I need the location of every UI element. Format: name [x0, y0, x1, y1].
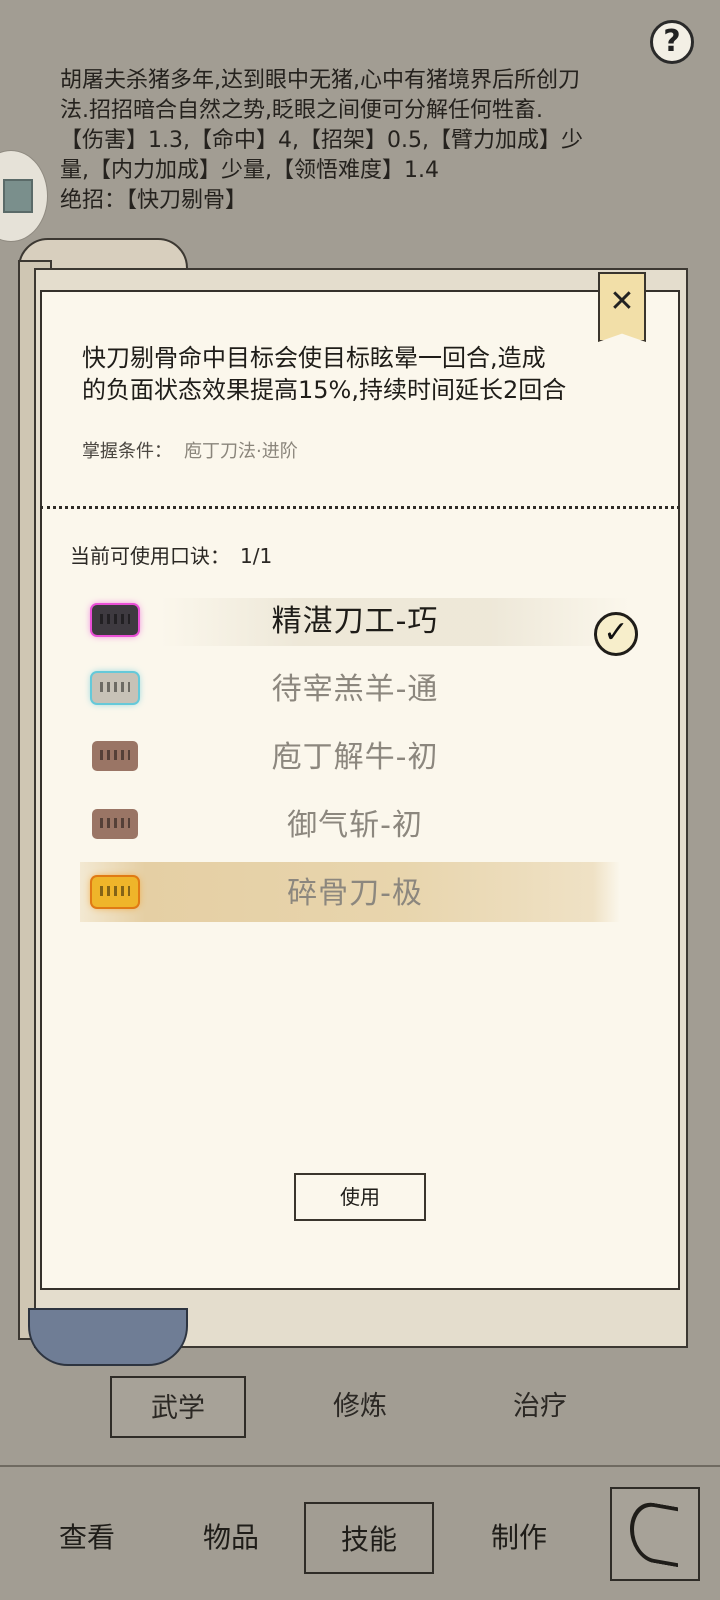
check-icon[interactable]: ✓	[594, 612, 638, 656]
slots-count: 1/1	[240, 544, 273, 568]
subtab-cultivate[interactable]: 修炼	[292, 1376, 428, 1438]
technique-name: 御气斩-初	[287, 808, 423, 843]
technique-item-5[interactable]: 碎骨刀-极	[80, 862, 640, 922]
ultimate-description-line: 的负面状态效果提高15%,持续时间延长2回合	[82, 376, 567, 404]
help-button[interactable]: ?	[650, 20, 694, 64]
subtab-heal[interactable]: 治疗	[472, 1376, 608, 1438]
technique-item-2[interactable]: 待宰羔羊-通	[80, 662, 640, 718]
technique-item-4[interactable]: 御气斩-初	[80, 798, 640, 854]
subtab-martial-arts[interactable]: 武学	[110, 1376, 246, 1438]
nav-view[interactable]: 查看	[22, 1502, 152, 1574]
technique-name: 精湛刀工-巧	[271, 604, 439, 639]
ultimate-description-line: 快刀剔骨命中目标会使目标眩晕一回合,造成	[82, 344, 546, 372]
condition-value: 庖丁刀法·进阶	[184, 441, 298, 462]
nav-skills[interactable]: 技能	[304, 1502, 434, 1574]
side-menu-icon[interactable]	[0, 150, 48, 242]
technique-plate-icon	[92, 673, 138, 703]
condition-label: 掌握条件：	[82, 441, 172, 462]
technique-plate-icon	[92, 809, 138, 839]
technique-name: 待宰羔羊-通	[271, 672, 439, 707]
technique-plate-icon	[92, 605, 138, 635]
description-line: 量,【内力加成】少量,【领悟难度】1.4	[60, 158, 439, 183]
technique-item-1[interactable]: 精湛刀工-巧	[80, 594, 640, 650]
nav-divider	[0, 1465, 720, 1467]
ultimate-description: 快刀剔骨命中目标会使目标眩晕一回合,造成 的负面状态效果提高15%,持续时间延长…	[82, 342, 642, 406]
description-line: 绝招：【快刀剔骨】	[60, 188, 248, 213]
back-button[interactable]	[610, 1487, 700, 1581]
dotted-divider	[40, 506, 680, 509]
nav-craft[interactable]: 制作	[454, 1502, 584, 1574]
slots-info: 当前可使用口诀： 1/1	[70, 540, 272, 569]
mastery-condition: 掌握条件： 庖丁刀法·进阶	[82, 437, 298, 463]
technique-item-3[interactable]: 庖丁解牛-初	[80, 730, 640, 786]
description-line: 【伤害】1.3,【命中】4,【招架】0.5,【臂力加成】少	[60, 128, 583, 153]
description-line: 胡屠夫杀猪多年,达到眼中无猪,心中有猪境界后所创刀	[60, 68, 580, 93]
back-arrow-icon	[630, 1498, 678, 1568]
technique-name: 庖丁解牛-初	[271, 740, 439, 775]
close-icon[interactable]: ✕	[598, 278, 646, 326]
scroll-roll-bottom	[28, 1308, 188, 1366]
description-line: 法.招招暗合自然之势,眨眼之间便可分解任何牲畜.	[60, 98, 543, 123]
technique-plate-icon	[92, 877, 138, 907]
slots-label: 当前可使用口诀：	[70, 544, 230, 568]
skill-description: 胡屠夫杀猪多年,达到眼中无猪,心中有猪境界后所创刀 法.招招暗合自然之势,眨眼之…	[60, 66, 660, 216]
technique-name: 碎骨刀-极	[287, 876, 423, 911]
use-button[interactable]: 使用	[294, 1173, 426, 1221]
nav-items[interactable]: 物品	[166, 1502, 296, 1574]
technique-plate-icon	[92, 741, 138, 771]
